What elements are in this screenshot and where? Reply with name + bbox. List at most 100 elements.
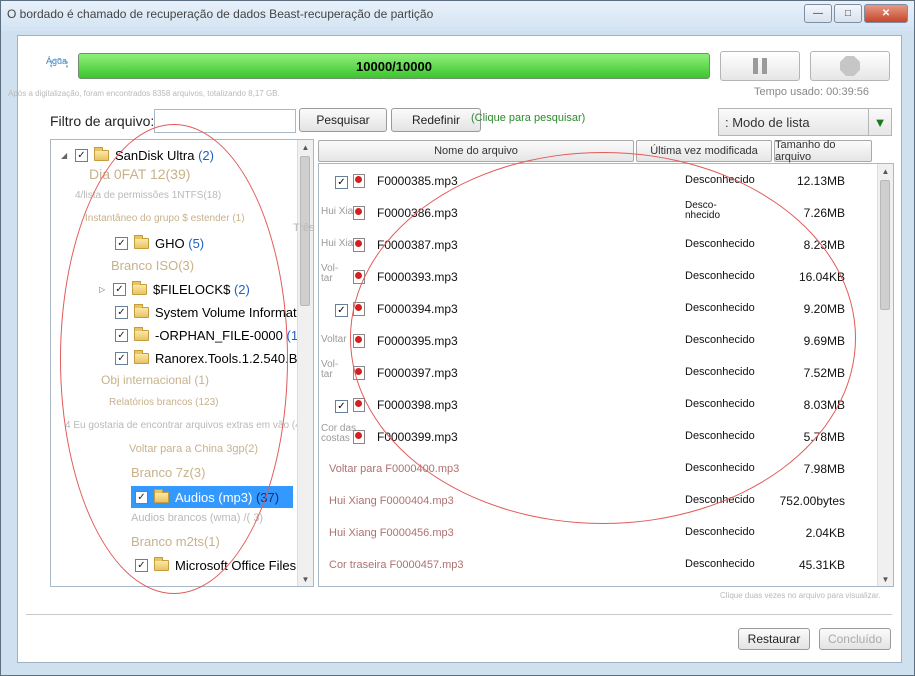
file-modified: Desco- nhecido [685, 200, 721, 221]
file-row[interactable]: ✓ F0000385.mp3 Desconhecido 12.13MB [319, 166, 875, 198]
time-used: Tempo usado: 00:39:56 [754, 86, 869, 98]
scroll-down-icon[interactable]: ▼ [878, 572, 893, 586]
file-name: F0000399.mp3 [377, 430, 458, 444]
maximize-button[interactable]: □ [834, 4, 862, 23]
file-name: F0000395.mp3 [377, 334, 458, 348]
file-name: F0000386.mp3 [377, 206, 458, 220]
folder-icon [154, 556, 169, 571]
file-modified: Desconhecido [685, 270, 755, 282]
view-mode-select[interactable]: : Modo de lista ▼ [718, 108, 892, 136]
file-modified: Desconhecido [685, 430, 755, 442]
tree-item-ranorex[interactable]: ✓ Ranorex.Tools.1.2.540.By [115, 347, 304, 369]
tree-checkbox[interactable]: ✓ [113, 282, 126, 296]
ghost-prefix: Vol- tar [321, 263, 339, 284]
file-size: 12.13MB [796, 174, 845, 188]
column-header-name[interactable]: Nome do arquivo [318, 140, 634, 162]
file-row[interactable]: Voltar para F0000400.mp3 Desconhecido 7.98… [319, 454, 875, 486]
file-size: 8.03MB [803, 398, 845, 412]
chevron-down-icon[interactable]: ▼ [868, 109, 891, 135]
file-checkbox[interactable]: ✓ [335, 304, 348, 317]
file-row[interactable]: Hui Xiang F0000386.mp3 Desco- nhecido 7.26M… [319, 198, 875, 230]
window-controls: — □ ✕ [804, 4, 908, 23]
pause-icon [753, 58, 758, 74]
file-modified: Desconhecido [685, 494, 755, 506]
tree-ghost-text: Voltar para a China 3gp(2) [129, 443, 259, 455]
file-row[interactable]: ✓ F0000398.mp3 Desconhecido 8.03MB [319, 390, 875, 422]
stop-button[interactable] [810, 51, 890, 81]
tree-checkbox[interactable]: ✓ [115, 351, 128, 365]
file-row[interactable]: Cor traseira F0000457.mp3 Desconhecido 45.… [319, 550, 875, 582]
view-mode-value: : Modo de lista [725, 115, 810, 130]
minimize-button[interactable]: — [804, 4, 832, 23]
file-row[interactable]: Vol- tar F0000393.mp3 Desconhecido 16.04KB [319, 262, 875, 294]
folder-icon [154, 488, 169, 503]
column-header-modified[interactable]: Última vez modificada [636, 140, 772, 162]
progress-bar: 10000/10000 [78, 53, 710, 79]
tree-item-count: (37) [255, 489, 280, 505]
file-size: 5.78MB [803, 430, 845, 444]
tree-checkbox[interactable]: ✓ [135, 558, 148, 572]
scrollbar-thumb[interactable] [880, 180, 890, 310]
reset-button[interactable]: Redefinir [391, 108, 481, 132]
file-name: F0000393.mp3 [377, 270, 458, 284]
tree-checkbox[interactable]: ✓ [135, 490, 148, 504]
tree-item-office-files[interactable]: ✓ Microsoft Office Files [135, 554, 296, 576]
file-row[interactable]: Hui Xiang F0000404.mp3 Desconhecido 752.00… [319, 486, 875, 518]
filter-input[interactable] [154, 109, 296, 133]
file-name: F0000397.mp3 [377, 366, 458, 380]
tree-item-system-volume[interactable]: ✓ System Volume Informat [115, 301, 297, 323]
file-name: F0000398.mp3 [377, 398, 458, 412]
expand-icon[interactable]: ▷ [99, 285, 107, 294]
file-row[interactable]: Hui Xiang F0000387.mp3 Desconhecido 8.23MB [319, 230, 875, 262]
tree-item-audios-mp3[interactable]: ✓ Audios (mp3) (37) [131, 486, 293, 508]
filter-label: Filtro de arquivo: [50, 113, 155, 129]
app-window: O bordado é chamado de recuperação de da… [0, 0, 915, 676]
file-row[interactable]: ✓ F0000394.mp3 Desconhecido 9.20MB [319, 294, 875, 326]
collapse-icon[interactable]: ◢ [61, 151, 69, 160]
ghost-prefix: Voltar [321, 334, 347, 345]
locked-folder-icon [132, 280, 147, 295]
file-checkbox[interactable]: ✓ [335, 400, 348, 413]
file-size: 45.31KB [798, 558, 845, 572]
tree-item-orphan-file[interactable]: ✓ -ORPHAN_FILE-0000 (12 [115, 324, 305, 346]
scroll-up-icon[interactable]: ▲ [878, 164, 893, 178]
restore-button[interactable]: Restaurar [738, 628, 810, 650]
tree-ghost-text: Dia 0FAT 12(39) [89, 166, 191, 182]
file-row[interactable]: Voltar F0000395.mp3 Desconhecido 9.69MB [319, 326, 875, 358]
file-size: 8.23MB [803, 238, 845, 252]
tree-checkbox[interactable]: ✓ [75, 148, 88, 162]
tree-root-item[interactable]: ◢ ✓ SanDisk Ultra (2) [61, 144, 214, 166]
tree-checkbox[interactable]: ✓ [115, 328, 128, 342]
tree-item-gho[interactable]: ✓ GHO (5) [115, 232, 204, 254]
file-row[interactable]: Cor das costas F0000399.mp3 Desconhecido 5.… [319, 422, 875, 454]
main-panel: Água 10000/10000 Após a digitalização, f… [8, 35, 902, 663]
tree-checkbox[interactable]: ✓ [115, 305, 128, 319]
side-ghost-text: Três [293, 222, 315, 234]
search-button[interactable]: Pesquisar [299, 108, 387, 132]
tree-item-label: Microsoft Office Files [175, 557, 297, 573]
file-modified: Desconhecido [685, 558, 755, 570]
file-row[interactable]: Vol- tar F0000397.mp3 Desconhecido 7.52MB [319, 358, 875, 390]
tree-item-filelock[interactable]: ▷ ✓ $FILELOCK$ (2) [99, 278, 250, 300]
file-modified: Desconhecido [685, 398, 755, 410]
tree-ghost-text: Branco ISO(3) [111, 258, 195, 273]
file-row[interactable]: Hui Xiang F0000456.mp3 Desconhecido 2.04KB [319, 518, 875, 550]
file-list-scrollbar[interactable]: ▲ ▼ [877, 164, 893, 586]
scroll-down-icon[interactable]: ▼ [298, 572, 313, 586]
progress-label: 10000/10000 [356, 58, 432, 74]
close-button[interactable]: ✕ [864, 4, 908, 23]
file-modified: Desconhecido [685, 526, 755, 538]
mp3-file-icon [353, 174, 365, 188]
done-button[interactable]: Concluído [819, 628, 891, 650]
file-size: 7.52MB [803, 366, 845, 380]
scroll-up-icon[interactable]: ▲ [298, 140, 313, 154]
column-header-size[interactable]: Tamanho do arquivo [774, 139, 872, 163]
folder-icon [134, 326, 149, 341]
tree-scrollbar[interactable]: ▲ ▼ [297, 140, 313, 586]
tree-item-label: Audios (mp3) [175, 489, 253, 505]
mp3-file-icon [353, 334, 365, 348]
tree-checkbox[interactable]: ✓ [115, 236, 128, 250]
file-checkbox[interactable]: ✓ [335, 176, 348, 189]
pause-button[interactable] [720, 51, 800, 81]
folder-icon [134, 303, 149, 318]
